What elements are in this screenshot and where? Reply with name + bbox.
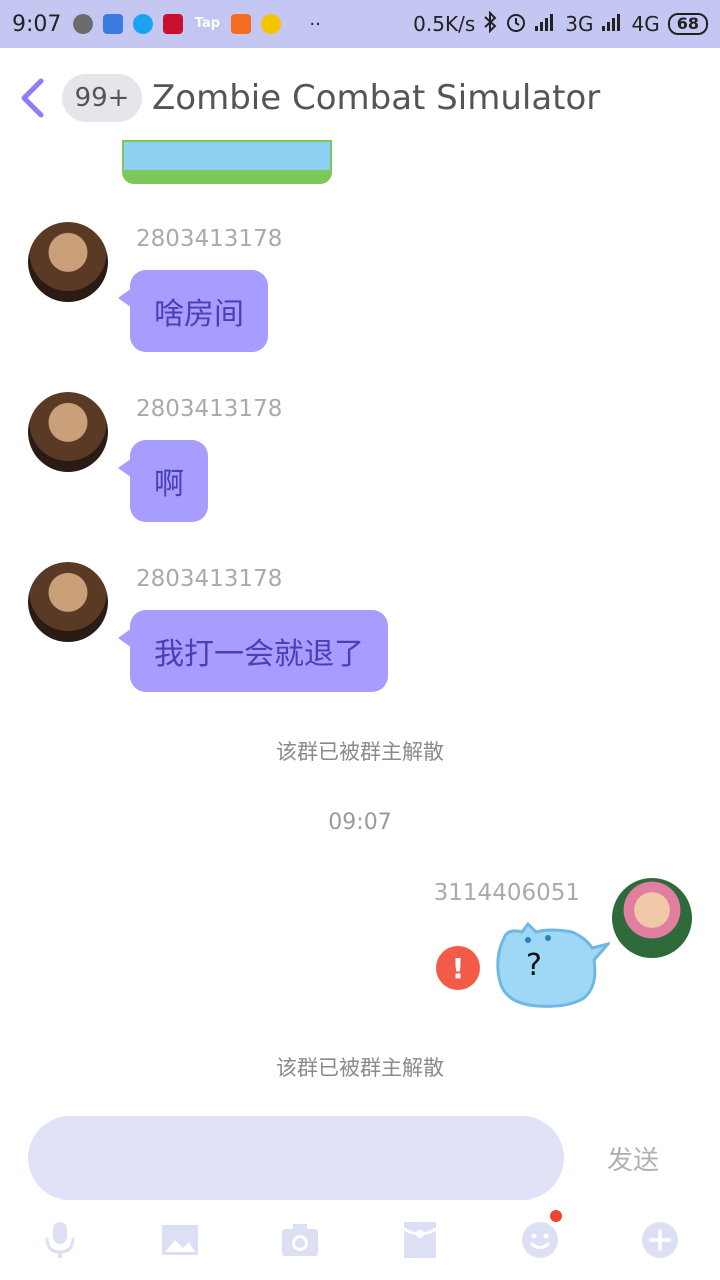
timestamp: 09:07: [328, 810, 392, 835]
input-toolbar: [0, 1210, 720, 1270]
back-button[interactable]: [2, 48, 62, 148]
signal-bars-icon: [601, 12, 624, 36]
my-avatar[interactable]: [612, 878, 692, 958]
chrome-app-icon: [261, 14, 282, 34]
image-button[interactable]: [150, 1210, 210, 1270]
network-3g: 3G: [565, 12, 594, 36]
notification-dot: [550, 1210, 562, 1222]
status-right: 0.5K/s 3G 4G 68: [413, 10, 708, 38]
voice-button[interactable]: [30, 1210, 90, 1270]
sender-name: 2803413178: [136, 566, 283, 592]
avatar[interactable]: [28, 392, 108, 472]
network-4g: 4G: [631, 12, 660, 36]
camera-button[interactable]: [270, 1210, 330, 1270]
system-notice: 该群已被群主解散: [276, 740, 444, 764]
message-input[interactable]: [28, 1116, 564, 1200]
send-button[interactable]: 发送: [590, 1116, 676, 1200]
chat-title: Zombie Combat Simulator: [152, 78, 601, 118]
blue-bubble-sticker-icon: [496, 921, 613, 1008]
red-packet-icon: [403, 1222, 437, 1258]
network-speed: 0.5K/s: [413, 12, 476, 36]
system-notice: 该群已被群主解散: [276, 1056, 444, 1080]
chat-header: 99+ Zombie Combat Simulator: [0, 48, 720, 148]
image-icon: [162, 1225, 198, 1255]
more-notifications-icon: ··: [309, 13, 321, 35]
message-bubble[interactable]: 我打一会就退了: [118, 610, 388, 692]
microphone-icon: [45, 1222, 75, 1258]
shield-app-icon: [73, 14, 94, 34]
unread-badge[interactable]: 99+: [62, 74, 142, 122]
chevron-left-icon: [21, 78, 44, 118]
sticker-message[interactable]: ?: [488, 918, 613, 1010]
bank-app-icon: [163, 14, 184, 34]
message-bubble[interactable]: 啥房间: [118, 270, 268, 352]
red-packet-button[interactable]: [390, 1210, 450, 1270]
sticker-text: ?: [526, 948, 542, 983]
plus-icon: [642, 1222, 678, 1258]
smiley-icon: [522, 1222, 558, 1258]
camera-icon: [282, 1224, 318, 1256]
browser-app-icon: [133, 14, 154, 34]
status-time: 9:07: [12, 11, 62, 37]
emoji-button[interactable]: [510, 1210, 570, 1270]
avatar[interactable]: [28, 562, 108, 642]
more-button[interactable]: [630, 1210, 690, 1270]
battery-indicator: 68: [667, 13, 708, 35]
sender-name: 2803413178: [136, 226, 283, 252]
status-bar: 9:07 Tap ·· 0.5K/s 3G 4G 68: [0, 0, 720, 48]
signal-bars-icon: [535, 12, 557, 36]
notification-icons: Tap ··: [73, 13, 321, 35]
message-bubble[interactable]: 啊: [118, 440, 208, 522]
sticker-message-partial[interactable]: [122, 140, 332, 184]
orange-app-icon: [231, 14, 252, 34]
send-failed-icon[interactable]: !: [436, 946, 480, 990]
sender-name: 3114406051: [433, 880, 580, 906]
bluetooth-icon: [483, 10, 497, 38]
alarm-icon: [505, 11, 527, 38]
avatar[interactable]: [28, 222, 108, 302]
sender-name: 2803413178: [136, 396, 283, 422]
maps-app-icon: [103, 14, 124, 34]
tap-app-icon: Tap: [193, 14, 222, 34]
